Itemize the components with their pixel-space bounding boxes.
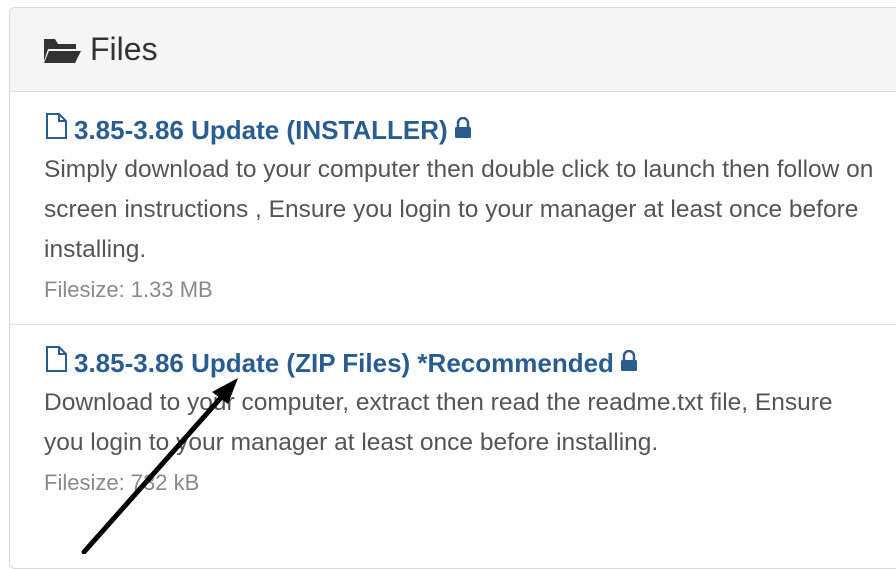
file-item-installer: 3.85-3.86 Update (INSTALLER) Simply down… — [10, 92, 896, 325]
document-icon — [44, 112, 70, 148]
file-link-zip[interactable]: 3.85-3.86 Update (ZIP Files) *Recommende… — [44, 345, 896, 381]
file-name: 3.85-3.86 Update (ZIP Files) *Recommende… — [74, 348, 614, 378]
file-description: Download to your computer, extract then … — [44, 389, 833, 456]
file-link-installer[interactable]: 3.85-3.86 Update (INSTALLER) — [44, 112, 896, 148]
panel-title: Files — [90, 31, 158, 67]
file-name: 3.85-3.86 Update (INSTALLER) — [74, 115, 448, 145]
file-description: Simply download to your computer then do… — [44, 156, 874, 263]
panel-header: Files — [10, 8, 896, 92]
lock-icon — [620, 346, 638, 380]
file-item-zip: 3.85-3.86 Update (ZIP Files) *Recommende… — [10, 325, 896, 565]
file-size: Filesize: 1.33 MB — [44, 277, 213, 302]
file-size: Filesize: 732 kB — [44, 470, 200, 495]
lock-icon — [454, 113, 472, 147]
panel-title-wrap: Files — [42, 31, 158, 68]
files-panel: Files 3.85-3.86 Update (INSTALLER) Simpl… — [9, 7, 896, 569]
document-icon — [44, 345, 70, 381]
folder-open-icon — [42, 35, 82, 65]
